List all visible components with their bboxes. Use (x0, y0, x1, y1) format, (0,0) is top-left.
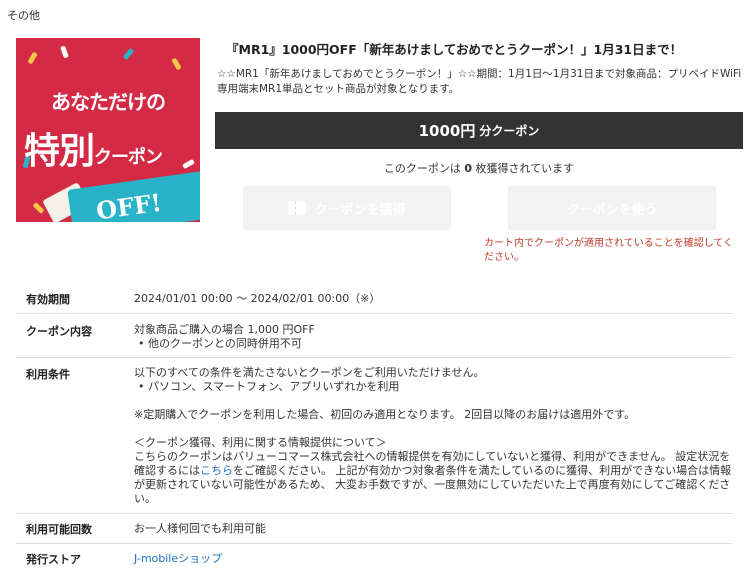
coupon-description: ☆☆MR1「新年あけましておめでとうクーポン！」☆☆期間：1月1日〜1月31日ま… (217, 68, 742, 95)
period-label: 有効期間 (26, 292, 70, 306)
store-link[interactable]: J-mobileショップ (134, 552, 222, 565)
period-value: 2024/01/01 00:00 ～ 2024/02/01 00:00（※） (134, 291, 381, 305)
category-label: その他 (7, 9, 40, 22)
terms-intro: 以下のすべての条件を満たさないとクーポンをご利用いただけません。 (134, 366, 485, 379)
coupon-title: 『MR1』1000円OFF「新年あけましておめでとうクーポン！」1月31日まで！ (226, 42, 683, 57)
terms-note: ※定期購入でクーポンを利用した場合、初回のみ適用となります。 2回目以降のお届け… (134, 408, 636, 421)
image-line2: 特別クーポン (24, 122, 163, 174)
image-line2-small: クーポン (94, 147, 163, 168)
coupon-image: あなただけの 特別クーポン OFF! (16, 38, 200, 222)
amount-bar: 1000円 分クーポン (215, 112, 743, 149)
coupon-ticket-icon (288, 201, 307, 215)
use-coupon-label: クーポンを使う (566, 202, 658, 218)
row-period: 有効期間 2024/01/01 00:00 ～ 2024/02/01 00:00… (16, 284, 732, 314)
terms-info: こちらのクーポンはバリューコマース株式会社への情報提供を有効にしていないと獲得、… (134, 450, 732, 506)
settings-link[interactable]: こちら (200, 464, 233, 477)
amount-value: 1000円 (418, 122, 476, 140)
acquired-count: 0 (464, 162, 472, 175)
cart-warning: カート内でクーポンが適用されていることを確認してください。 (484, 238, 734, 263)
count-label: 利用可能回数 (26, 522, 92, 536)
content-label: クーポン内容 (26, 325, 92, 338)
amount-unit: 分クーポン (479, 124, 540, 138)
row-store: 発行ストア J-mobileショップ (16, 544, 732, 571)
image-line2-big: 特別 (24, 131, 95, 172)
use-coupon-button[interactable]: クーポンを使う (508, 186, 716, 230)
count-value: お一人様何回でも利用可能 (134, 521, 266, 535)
image-line1: あなただけの (51, 90, 166, 114)
terms-info-head: ＜クーポン獲得、利用に関する情報提供について＞ (134, 436, 387, 449)
row-terms: 利用条件 以下のすべての条件を満たさないとクーポンをご利用いただけません。 パソ… (16, 358, 732, 514)
acquired-count-text: このクーポンは 0 枚獲得されています (215, 160, 743, 176)
content-value: 対象商品ご購入の場合 1,000 円OFF (134, 323, 315, 336)
terms-label: 利用条件 (26, 368, 70, 381)
get-coupon-label: クーポンを獲得 (314, 202, 406, 218)
get-coupon-button[interactable]: クーポンを獲得 (243, 186, 451, 230)
terms-bullet: パソコン、スマートフォン、アプリいずれかを利用 (134, 380, 732, 394)
store-label: 発行ストア (26, 553, 81, 566)
acquired-suffix: 枚獲得されています (475, 162, 575, 175)
row-usage-count: 利用可能回数 お一人様何回でも利用可能 (16, 514, 732, 544)
row-content: クーポン内容 対象商品ご購入の場合 1,000 円OFF 他のクーポンとの同時併… (16, 314, 732, 358)
acquired-prefix: このクーポンは (383, 162, 461, 175)
coupon-details-table: 有効期間 2024/01/01 00:00 ～ 2024/02/01 00:00… (16, 284, 732, 571)
content-bullet: 他のクーポンとの同時併用不可 (134, 337, 732, 351)
